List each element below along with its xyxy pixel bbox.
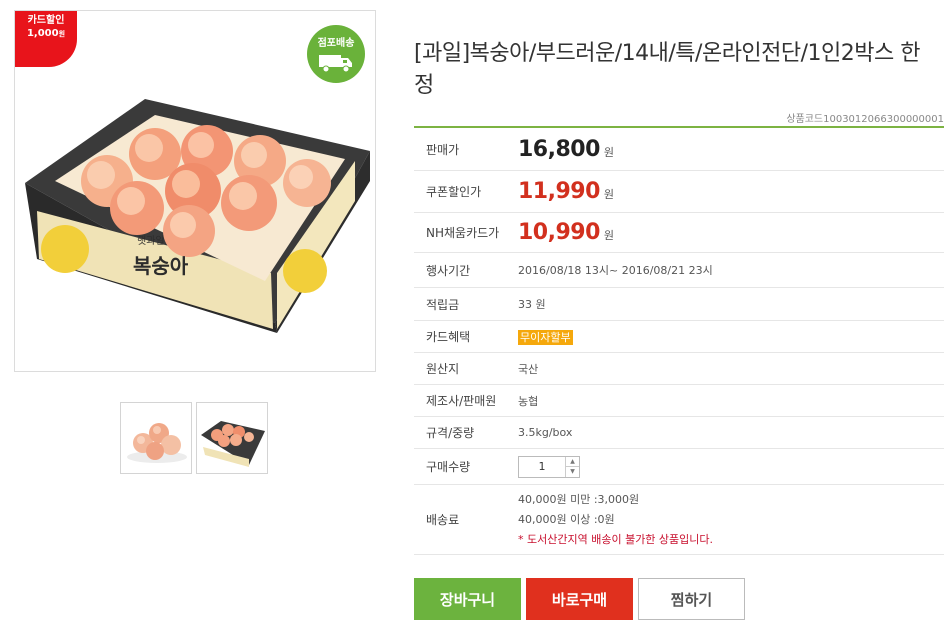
maker-value: 농협 [518, 394, 539, 408]
origin-label: 원산지 [426, 362, 460, 376]
quantity-input[interactable] [519, 456, 565, 477]
row-sale-price: 판매가 16,800 원 [414, 128, 944, 171]
coupon-price-label: 쿠폰할인가 [426, 185, 482, 199]
action-buttons: 장바구니 바로구매 찜하기 [414, 578, 745, 620]
coupon-price-value: 11,990 [518, 179, 600, 204]
points-value: 33 원 [518, 298, 546, 311]
card-discount-title: 카드할인 [27, 15, 65, 26]
product-code: 상품코드1003012066300000001 [786, 114, 944, 125]
spec-value: 3.5kg/box [518, 426, 573, 439]
row-quantity: 구매수량 ▲ ▼ [414, 449, 944, 485]
store-delivery-label: 점포배송 [317, 38, 355, 49]
row-card-benefit: 카드혜택 무이자할부 [414, 321, 944, 353]
box-label-text: 복숭아 [133, 254, 189, 278]
quantity-down-arrow-icon[interactable]: ▼ [566, 466, 579, 477]
row-maker: 제조사/판매원 농협 [414, 385, 944, 417]
row-nh-card-price: NH채움카드가 10,990 원 [414, 213, 944, 253]
nh-card-price-value: 10,990 [518, 220, 600, 245]
box-sublabel-text: 햇과일 [137, 235, 165, 247]
card-discount-amount: 1,000 [26, 27, 59, 39]
product-info-table: 판매가 16,800 원 쿠폰할인가 11,990 원 NH채움카드가 10,990… [414, 126, 944, 555]
card-discount-unit: 원 [58, 29, 66, 38]
sale-price-label: 판매가 [426, 142, 460, 157]
event-period-value: 2016/08/18 13시~ 2016/08/21 23시 [518, 264, 713, 277]
nh-card-price-label: NH채움카드가 [426, 226, 500, 240]
sale-price-currency: 원 [603, 145, 615, 159]
quantity-label: 구매수량 [426, 460, 471, 474]
add-to-cart-button[interactable]: 장바구니 [414, 578, 521, 620]
product-title: [과일]복숭아/부드러운/14내/특/온라인전단/1인2박스 한정 [414, 41, 921, 98]
shipping-fee-label: 배송료 [426, 513, 460, 527]
wishlist-button[interactable]: 찜하기 [638, 578, 745, 620]
sale-price-value: 16,800 [518, 136, 600, 162]
shipping-over-threshold: 40,000원 이상 :0원 [518, 512, 615, 526]
points-label: 적립금 [426, 297, 460, 312]
store-delivery-badge: 점포배송 [307, 25, 365, 83]
row-origin: 원산지 국산 [414, 353, 944, 385]
card-discount-badge: 카드할인 1,000원 [15, 11, 77, 67]
maker-label: 제조사/판매원 [426, 394, 497, 408]
thumbnail-strip [120, 402, 268, 474]
row-spec: 규격/중량 3.5kg/box [414, 417, 944, 449]
row-points: 적립금 33 원 [414, 288, 944, 321]
thumbnail-boxed-peaches[interactable] [196, 402, 268, 474]
thumbnail-loose-peaches[interactable] [120, 402, 192, 474]
event-period-label: 행사기간 [426, 263, 471, 278]
origin-value: 국산 [518, 362, 539, 376]
interest-free-badge[interactable]: 무이자할부 [518, 329, 573, 345]
buy-now-button[interactable]: 바로구매 [526, 578, 633, 620]
nh-card-price-currency: 원 [603, 229, 615, 242]
loose-peaches-thumbnail-image [127, 423, 187, 463]
coupon-price-currency: 원 [603, 188, 615, 201]
boxed-peaches-thumbnail-image [201, 421, 265, 467]
shipping-restriction-note: * 도서산간지역 배송이 불가한 상품입니다. [518, 532, 714, 546]
main-product-image: 복숭아 햇과일 카드할인 1,000원 점포배송 [14, 10, 376, 372]
delivery-truck-icon [319, 55, 352, 73]
quantity-stepper: ▲ ▼ [518, 455, 580, 478]
card-benefit-label: 카드혜택 [426, 330, 471, 344]
row-event-period: 행사기간 2016/08/18 13시~ 2016/08/21 23시 [414, 253, 944, 288]
row-shipping-fee: 배송료 40,000원 미만 :3,000원 40,000원 이상 :0원 * … [414, 485, 944, 555]
row-coupon-price: 쿠폰할인가 11,990 원 [414, 171, 944, 213]
shipping-under-threshold: 40,000원 미만 :3,000원 [518, 492, 640, 506]
quantity-up-arrow-icon[interactable]: ▲ [566, 457, 579, 467]
spec-label: 규격/중량 [426, 426, 475, 440]
